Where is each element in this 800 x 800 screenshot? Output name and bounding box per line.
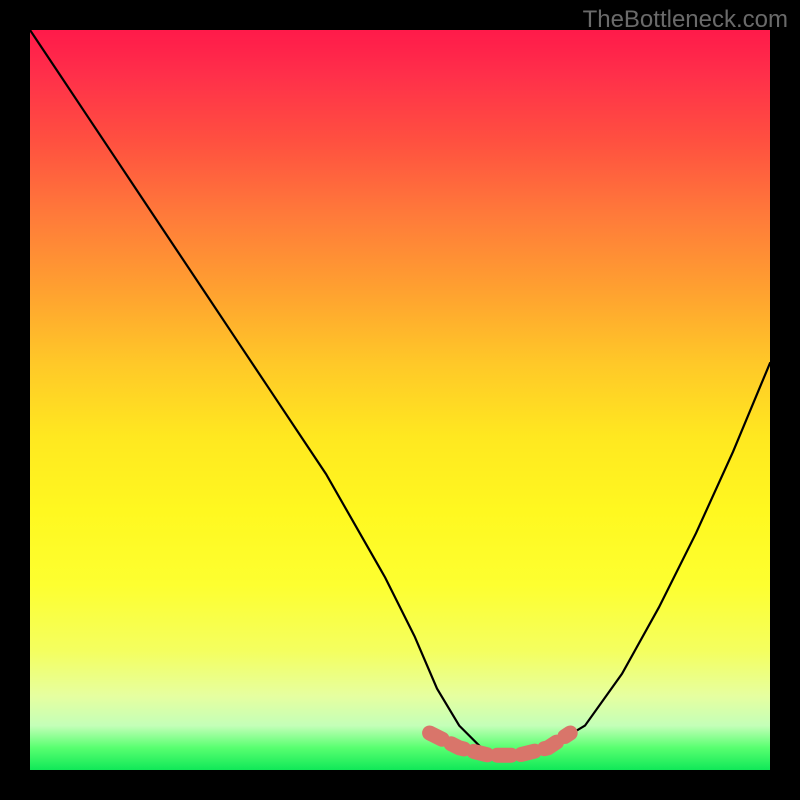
watermark-text: TheBottleneck.com (583, 6, 788, 34)
curve-svg (30, 30, 770, 770)
target-band-line (430, 733, 571, 755)
plot-area (30, 30, 770, 770)
bottleneck-curve-line (30, 30, 770, 755)
